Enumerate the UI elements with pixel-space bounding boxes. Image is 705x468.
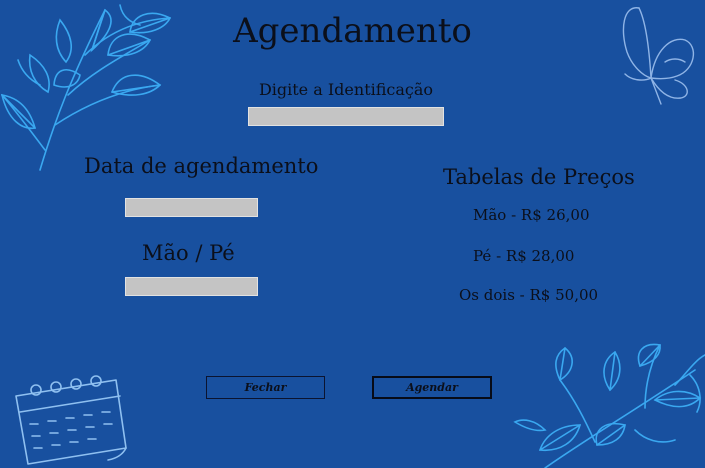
- leaf-branch-icon: [513, 343, 705, 468]
- price-item-foot: Pé - R$ 28,00: [473, 247, 575, 265]
- service-input[interactable]: [125, 277, 258, 296]
- price-table-heading: Tabelas de Preços: [443, 165, 635, 189]
- close-button[interactable]: Fechar: [206, 376, 325, 399]
- identification-input[interactable]: [248, 107, 444, 126]
- appointment-date-label: Data de agendamento: [84, 154, 319, 178]
- scheduling-window: Agendamento Digite a Identificação Data …: [0, 0, 705, 468]
- calendar-icon: [15, 375, 127, 465]
- page-title: Agendamento: [233, 11, 472, 51]
- price-item-both: Os dois - R$ 50,00: [459, 286, 599, 304]
- service-label: Mão / Pé: [142, 241, 235, 265]
- price-item-hand: Mão - R$ 26,00: [473, 206, 590, 224]
- identification-label: Digite a Identificação: [258, 80, 434, 99]
- appointment-date-input[interactable]: [125, 198, 258, 217]
- schedule-button[interactable]: Agendar: [372, 376, 492, 399]
